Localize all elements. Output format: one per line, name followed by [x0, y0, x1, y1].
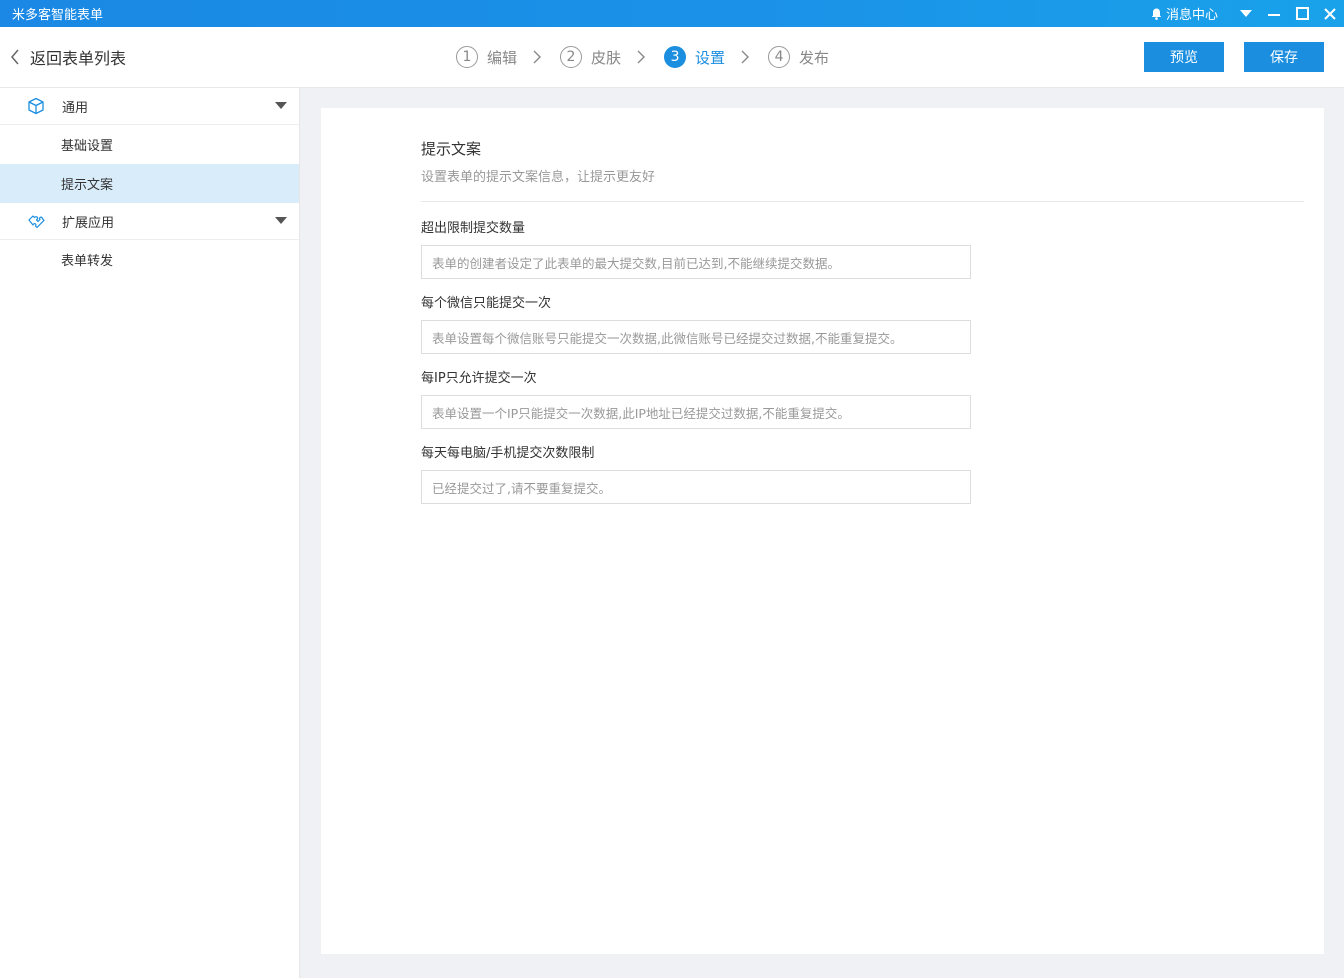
sidebar-group-extensions[interactable]: 扩展应用	[0, 203, 299, 240]
save-button[interactable]: 保存	[1244, 42, 1324, 72]
field-label: 每天每电脑/手机提交次数限制	[421, 446, 595, 461]
step-publish[interactable]: 4 发布	[768, 46, 829, 68]
exceed-limit-input[interactable]	[421, 245, 971, 279]
field-label: 超出限制提交数量	[421, 221, 526, 236]
step-edit[interactable]: 1 编辑	[456, 46, 517, 68]
minimize-icon	[1268, 13, 1280, 16]
chevron-right-icon	[741, 50, 750, 64]
field-daily-device-limit: 每天每电脑/手机提交次数限制	[421, 444, 971, 504]
field-wechat-once: 每个微信只能提交一次	[421, 294, 971, 354]
caret-down-icon	[275, 102, 287, 109]
title-bar: 米多客智能表单 消息中心	[0, 0, 1344, 27]
field-exceed-limit: 超出限制提交数量	[421, 219, 971, 279]
divider	[421, 201, 1304, 202]
caret-down-icon	[1240, 9, 1252, 17]
bell-icon	[1151, 8, 1162, 20]
wechat-once-input[interactable]	[421, 320, 971, 354]
app-title: 米多客智能表单	[12, 8, 104, 23]
step-label: 皮肤	[591, 48, 622, 67]
sidebar-item-prompt-text[interactable]: 提示文案	[0, 164, 299, 203]
step-number: 2	[560, 46, 583, 68]
back-label: 返回表单列表	[30, 49, 127, 68]
back-to-list-button[interactable]: 返回表单列表	[10, 45, 126, 69]
section-title: 提示文案	[421, 140, 482, 158]
step-skin[interactable]: 2 皮肤	[560, 46, 621, 68]
chevron-right-icon	[637, 50, 646, 64]
sidebar-item-form-forward[interactable]: 表单转发	[0, 240, 299, 279]
content-card: 提示文案 设置表单的提示文案信息，让提示更友好 超出限制提交数量 每个微信只能提…	[321, 108, 1324, 954]
puzzle-icon	[26, 211, 46, 231]
notification-label: 消息中心	[1165, 8, 1218, 23]
ip-once-input[interactable]	[421, 395, 971, 429]
dropdown-button[interactable]	[1232, 0, 1260, 27]
step-label: 设置	[695, 48, 726, 67]
cube-icon	[26, 96, 46, 116]
notification-center[interactable]: 消息中心	[1151, 4, 1218, 23]
step-label: 编辑	[487, 48, 518, 67]
step-number: 3	[664, 46, 687, 68]
chevron-left-icon	[11, 49, 19, 65]
step-progress: 1 编辑 2 皮肤 3 设置 4 发布	[456, 46, 829, 68]
sidebar-group-general[interactable]: 通用	[0, 88, 299, 125]
step-label: 发布	[799, 48, 830, 67]
close-button[interactable]	[1316, 0, 1344, 27]
step-number: 1	[456, 46, 478, 68]
chevron-right-icon	[533, 50, 542, 64]
daily-device-limit-input[interactable]	[421, 470, 971, 504]
step-number: 4	[768, 46, 791, 68]
section-description: 设置表单的提示文案信息，让提示更友好	[421, 170, 656, 185]
maximize-icon	[1295, 7, 1309, 20]
step-settings[interactable]: 3 设置	[664, 46, 725, 68]
sidebar-item-basic-settings[interactable]: 基础设置	[0, 125, 299, 164]
maximize-button[interactable]	[1288, 0, 1316, 27]
sidebar-group-label: 扩展应用	[62, 215, 115, 231]
caret-down-icon	[275, 217, 287, 224]
close-icon	[1324, 7, 1336, 20]
preview-button[interactable]: 预览	[1144, 42, 1224, 72]
minimize-button[interactable]	[1260, 0, 1288, 27]
sidebar-group-label: 通用	[62, 100, 89, 116]
field-label: 每IP只允许提交一次	[421, 371, 537, 386]
sidebar: 通用 基础设置 提示文案 扩展应用 表单转发	[0, 88, 300, 978]
page-header: 返回表单列表 1 编辑 2 皮肤 3 设置 4 发布 预览 保存	[0, 27, 1344, 88]
field-label: 每个微信只能提交一次	[421, 296, 552, 311]
field-ip-once: 每IP只允许提交一次	[421, 369, 971, 429]
